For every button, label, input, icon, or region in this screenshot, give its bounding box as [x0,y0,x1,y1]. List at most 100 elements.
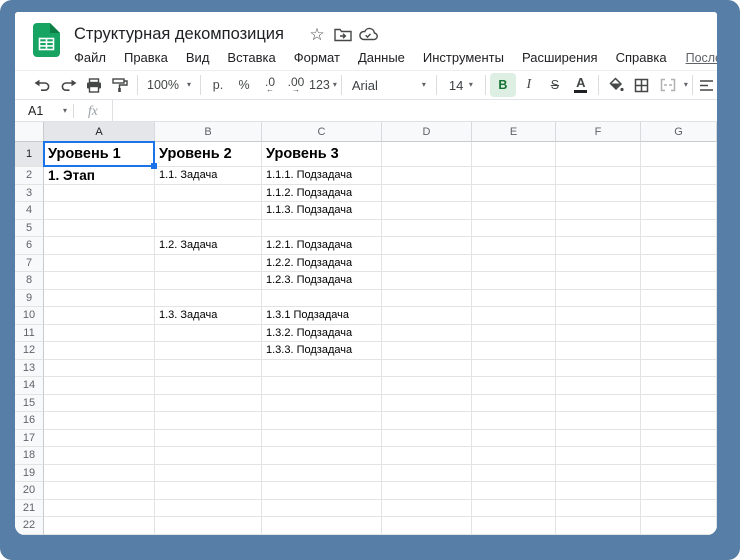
cell-G15[interactable] [641,395,717,413]
undo-button[interactable] [29,73,55,97]
cell-E7[interactable] [472,255,556,273]
select-all-corner[interactable] [15,122,44,142]
cell-D8[interactable] [382,272,472,290]
cell-B12[interactable] [155,342,262,360]
cell-C2[interactable]: 1.1.1. Подзадача [262,167,382,185]
italic-button[interactable]: I [516,73,542,97]
fill-handle[interactable] [151,163,157,169]
cell-G9[interactable] [641,290,717,308]
cell-F15[interactable] [556,395,641,413]
cell-A9[interactable] [44,290,155,308]
cell-D5[interactable] [382,220,472,238]
cell-F4[interactable] [556,202,641,220]
row-header-8[interactable]: 8 [15,272,44,290]
cell-B6[interactable]: 1.2. Задача [155,237,262,255]
last-edit-link[interactable]: Последнее изменение [686,51,717,65]
cell-E15[interactable] [472,395,556,413]
cell-B10[interactable]: 1.3. Задача [155,307,262,325]
row-header-12[interactable]: 12 [15,342,44,360]
cell-D10[interactable] [382,307,472,325]
cell-G5[interactable] [641,220,717,238]
cell-G3[interactable] [641,185,717,203]
menu-format[interactable]: Формат [285,48,349,67]
cell-C16[interactable] [262,412,382,430]
percent-format-button[interactable]: % [231,73,257,97]
print-button[interactable] [81,73,107,97]
cell-F9[interactable] [556,290,641,308]
cell-B7[interactable] [155,255,262,273]
row-header-14[interactable]: 14 [15,377,44,395]
cell-A3[interactable] [44,185,155,203]
menu-view[interactable]: Вид [177,48,219,67]
cell-D13[interactable] [382,360,472,378]
row-header-20[interactable]: 20 [15,482,44,500]
document-title[interactable]: Структурная декомпозиция [74,25,284,44]
column-header-C[interactable]: C [262,122,382,142]
column-header-A[interactable]: A [44,122,155,142]
cell-D1[interactable] [382,142,472,167]
cell-E1[interactable] [472,142,556,167]
cell-A7[interactable] [44,255,155,273]
cell-F22[interactable] [556,517,641,535]
cell-C1[interactable]: Уровень 3 [262,142,382,167]
cell-A16[interactable] [44,412,155,430]
cell-D16[interactable] [382,412,472,430]
strikethrough-button[interactable]: S [542,73,568,97]
cell-E12[interactable] [472,342,556,360]
cell-G17[interactable] [641,430,717,448]
cell-C14[interactable] [262,377,382,395]
cell-B1[interactable]: Уровень 2 [155,142,262,167]
sheets-logo-icon[interactable] [33,23,60,62]
cell-G1[interactable] [641,142,717,167]
cell-G16[interactable] [641,412,717,430]
cell-C20[interactable] [262,482,382,500]
currency-format-button[interactable]: р. [205,73,231,97]
cell-A17[interactable] [44,430,155,448]
zoom-select[interactable]: 100% ▾ [142,73,196,97]
cell-B17[interactable] [155,430,262,448]
cell-G4[interactable] [641,202,717,220]
cell-B14[interactable] [155,377,262,395]
cell-F17[interactable] [556,430,641,448]
font-select[interactable]: Arial ▾ [346,73,432,97]
cell-E18[interactable] [472,447,556,465]
cell-A14[interactable] [44,377,155,395]
cell-G6[interactable] [641,237,717,255]
cell-G20[interactable] [641,482,717,500]
cell-G2[interactable] [641,167,717,185]
row-header-5[interactable]: 5 [15,220,44,238]
cell-C6[interactable]: 1.2.1. Подзадача [262,237,382,255]
row-header-13[interactable]: 13 [15,360,44,378]
formula-input[interactable] [112,100,717,121]
cell-B19[interactable] [155,465,262,483]
cell-A19[interactable] [44,465,155,483]
cell-E9[interactable] [472,290,556,308]
cell-C17[interactable] [262,430,382,448]
menu-insert[interactable]: Вставка [218,48,284,67]
cell-A13[interactable] [44,360,155,378]
cell-C5[interactable] [262,220,382,238]
cell-F16[interactable] [556,412,641,430]
column-header-E[interactable]: E [472,122,556,142]
cell-F11[interactable] [556,325,641,343]
cell-A1[interactable]: Уровень 1 [44,142,155,167]
cell-C13[interactable] [262,360,382,378]
column-header-F[interactable]: F [556,122,641,142]
fill-color-button[interactable] [603,73,629,97]
cell-C19[interactable] [262,465,382,483]
cell-C10[interactable]: 1.3.1 Подзадача [262,307,382,325]
cell-D14[interactable] [382,377,472,395]
cell-E4[interactable] [472,202,556,220]
cell-F13[interactable] [556,360,641,378]
cell-A4[interactable] [44,202,155,220]
cell-F20[interactable] [556,482,641,500]
cell-D21[interactable] [382,500,472,518]
merge-cells-button[interactable] [655,73,681,97]
row-header-6[interactable]: 6 [15,237,44,255]
row-header-17[interactable]: 17 [15,430,44,448]
font-size-select[interactable]: 14 ▾ [441,73,481,97]
row-header-4[interactable]: 4 [15,202,44,220]
row-header-22[interactable]: 22 [15,517,44,535]
paint-format-button[interactable] [107,73,133,97]
cell-B15[interactable] [155,395,262,413]
